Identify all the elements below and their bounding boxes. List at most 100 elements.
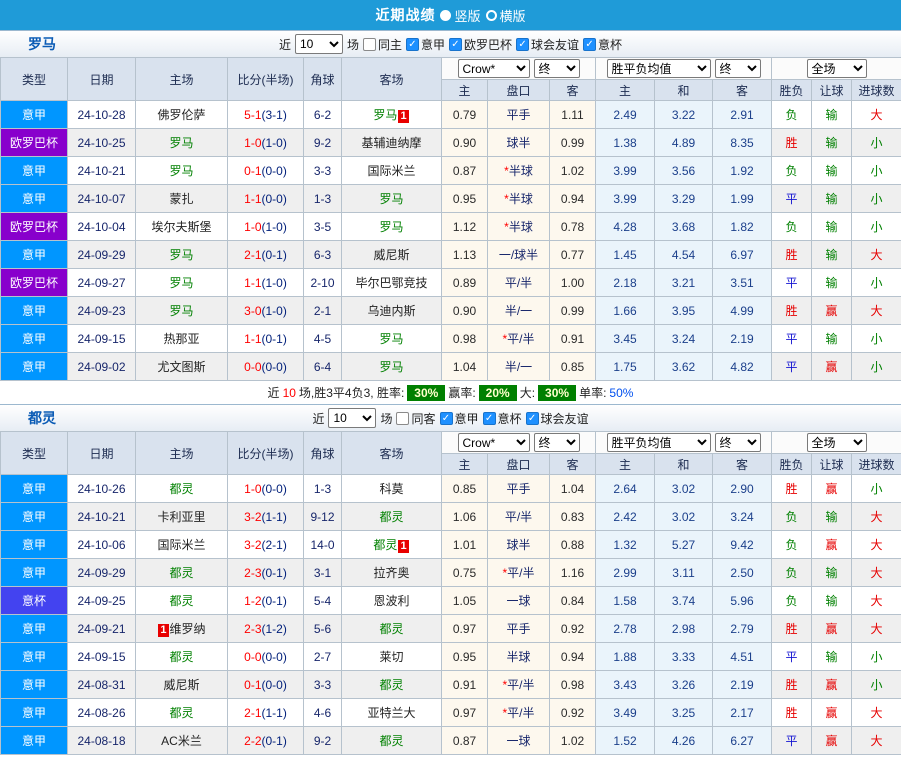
score-link[interactable]: 2-3(0-1)	[244, 566, 287, 580]
score-link[interactable]: 5-1(3-1)	[244, 108, 287, 122]
score-link[interactable]: 1-1(0-1)	[244, 332, 287, 346]
league-checkbox[interactable]: ✓球会友谊	[516, 36, 579, 53]
score-link[interactable]: 1-0(1-0)	[244, 136, 287, 150]
team-link[interactable]: 罗马	[379, 360, 403, 374]
match-row: 意甲24-09-29罗马2-1(0-1)6-3威尼斯1.13一/球半0.771.…	[1, 241, 901, 269]
team-link[interactable]: 罗马	[169, 164, 193, 178]
checkbox-unchecked-icon[interactable]	[396, 412, 409, 425]
match-count-select[interactable]: 10	[295, 34, 343, 54]
league-checkbox[interactable]: ✓意杯	[583, 36, 622, 53]
team-link[interactable]: 卡利亚里	[157, 510, 205, 524]
checkbox-checked-icon[interactable]: ✓	[449, 38, 462, 51]
checkbox-checked-icon[interactable]: ✓	[406, 38, 419, 51]
handicap-cell: 半/一	[488, 297, 550, 325]
score-link[interactable]: 2-1(1-1)	[244, 706, 287, 720]
score-link[interactable]: 0-0(0-0)	[244, 650, 287, 664]
fulltime-select[interactable]: 全场	[807, 433, 867, 452]
same-venue-checkbox[interactable]: 同客	[396, 410, 435, 427]
team-link[interactable]: 莱切	[379, 650, 403, 664]
avg-final-select[interactable]: 终	[715, 59, 761, 78]
team-link[interactable]: 威尼斯	[373, 248, 409, 262]
score-link[interactable]: 1-0(1-0)	[244, 220, 287, 234]
team-link[interactable]: 都灵	[379, 510, 403, 524]
score-link[interactable]: 1-2(0-1)	[244, 594, 287, 608]
team-link[interactable]: 罗马	[169, 136, 193, 150]
score-link[interactable]: 0-1(0-0)	[244, 678, 287, 692]
team-link[interactable]: 罗马	[169, 248, 193, 262]
team-link[interactable]: 拉齐奥	[373, 566, 409, 580]
radio-unselected-icon[interactable]	[486, 10, 497, 21]
team-link[interactable]: 都灵	[169, 566, 193, 580]
score-link[interactable]: 1-0(0-0)	[244, 482, 287, 496]
team-link[interactable]: 罗马	[379, 220, 403, 234]
avg-type-select[interactable]: 胜平负均值	[607, 59, 711, 78]
team-link[interactable]: 罗马	[379, 332, 403, 346]
match-date: 24-10-26	[68, 475, 136, 503]
team-link[interactable]: 罗马	[373, 108, 397, 122]
team-link[interactable]: 科莫	[379, 482, 403, 496]
bookmaker-select[interactable]: Crow*	[458, 433, 530, 452]
team-link[interactable]: 亚特兰大	[367, 706, 415, 720]
team-link[interactable]: 都灵	[169, 594, 193, 608]
team-link[interactable]: 佛罗伦萨	[157, 108, 205, 122]
score-link[interactable]: 3-0(1-0)	[244, 304, 287, 318]
team-link[interactable]: 罗马	[169, 304, 193, 318]
avg-type-select[interactable]: 胜平负均值	[607, 433, 711, 452]
score-link[interactable]: 3-2(1-1)	[244, 510, 287, 524]
score-link[interactable]: 2-1(0-1)	[244, 248, 287, 262]
team-link[interactable]: 国际米兰	[157, 538, 205, 552]
team-link[interactable]: 都灵	[373, 538, 397, 552]
radio-option-vertical[interactable]: 竖版	[440, 6, 480, 25]
bookmaker-select[interactable]: Crow*	[458, 59, 530, 78]
checkbox-checked-icon[interactable]: ✓	[440, 412, 453, 425]
league-checkbox[interactable]: ✓意杯	[483, 410, 522, 427]
league-checkbox[interactable]: ✓欧罗巴杯	[449, 36, 512, 53]
score-link[interactable]: 3-2(2-1)	[244, 538, 287, 552]
score-link[interactable]: 0-1(0-0)	[244, 164, 287, 178]
checkbox-checked-icon[interactable]: ✓	[526, 412, 539, 425]
handicap-result-cell: 赢	[812, 353, 852, 381]
checkbox-checked-icon[interactable]: ✓	[483, 412, 496, 425]
team-link[interactable]: 恩波利	[373, 594, 409, 608]
team-link[interactable]: 都灵	[169, 482, 193, 496]
match-count-select[interactable]: 10	[328, 408, 376, 428]
radio-selected-icon[interactable]	[440, 10, 451, 21]
score-link[interactable]: 1-1(0-0)	[244, 192, 287, 206]
team-link[interactable]: 埃尔夫斯堡	[151, 220, 211, 234]
team-link[interactable]: AC米兰	[161, 734, 202, 748]
radio-option-horizontal[interactable]: 横版	[486, 6, 526, 25]
same-venue-checkbox[interactable]: 同主	[363, 36, 402, 53]
league-checkbox[interactable]: ✓意甲	[406, 36, 445, 53]
rate-badge: 30%	[407, 385, 445, 401]
team-link[interactable]: 蒙扎	[169, 192, 193, 206]
checkbox-checked-icon[interactable]: ✓	[516, 38, 529, 51]
team-link[interactable]: 都灵	[379, 678, 403, 692]
odds-final-select[interactable]: 终	[534, 433, 580, 452]
fulltime-select[interactable]: 全场	[807, 59, 867, 78]
score-link[interactable]: 2-3(1-2)	[244, 622, 287, 636]
team-link[interactable]: 罗马	[379, 192, 403, 206]
team-link[interactable]: 维罗纳	[170, 622, 206, 636]
team-link[interactable]: 基辅迪纳摩	[361, 136, 421, 150]
result-cell: 负	[772, 559, 812, 587]
team-link[interactable]: 乌迪内斯	[367, 304, 415, 318]
league-checkbox[interactable]: ✓球会友谊	[526, 410, 589, 427]
checkbox-unchecked-icon[interactable]	[363, 38, 376, 51]
team-link[interactable]: 都灵	[379, 734, 403, 748]
league-checkbox[interactable]: ✓意甲	[440, 410, 479, 427]
team-link[interactable]: 国际米兰	[367, 164, 415, 178]
checkbox-checked-icon[interactable]: ✓	[583, 38, 596, 51]
score-link[interactable]: 1-1(1-0)	[244, 276, 287, 290]
team-link[interactable]: 威尼斯	[163, 678, 199, 692]
team-link[interactable]: 尤文图斯	[157, 360, 205, 374]
team-link[interactable]: 热那亚	[163, 332, 199, 346]
score-link[interactable]: 0-0(0-0)	[244, 360, 287, 374]
team-link[interactable]: 罗马	[169, 276, 193, 290]
team-link[interactable]: 都灵	[379, 622, 403, 636]
avg-final-select[interactable]: 终	[715, 433, 761, 452]
team-link[interactable]: 都灵	[169, 706, 193, 720]
score-link[interactable]: 2-2(0-1)	[244, 734, 287, 748]
team-link[interactable]: 都灵	[169, 650, 193, 664]
team-link[interactable]: 毕尔巴鄂竞技	[355, 276, 427, 290]
odds-final-select[interactable]: 终	[534, 59, 580, 78]
